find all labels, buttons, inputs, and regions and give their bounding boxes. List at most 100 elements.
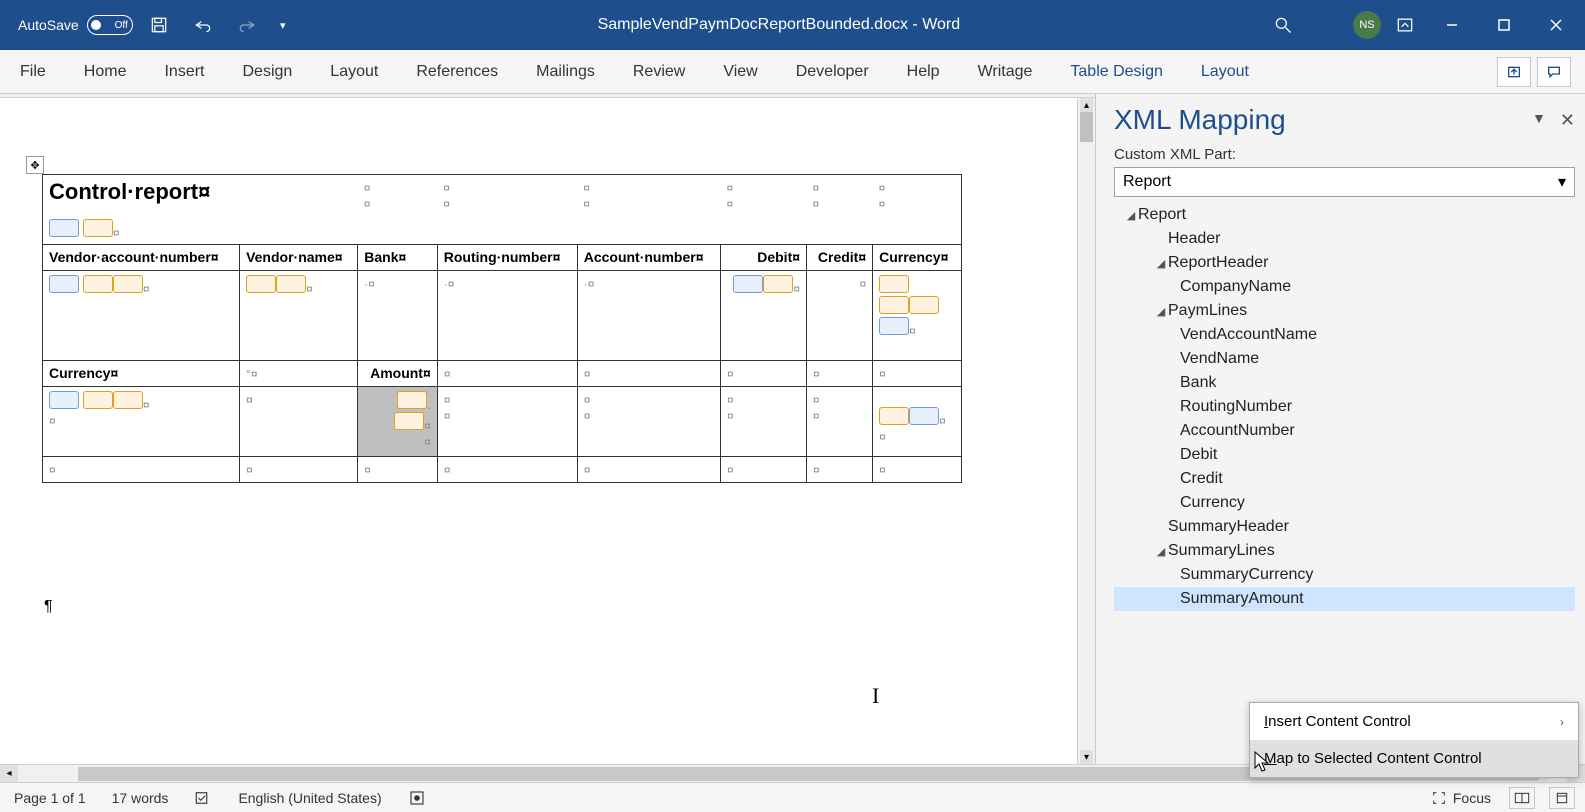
tree-header[interactable]: Header <box>1114 227 1575 251</box>
view-read-icon[interactable] <box>1509 787 1535 809</box>
document-viewport[interactable]: ✥ Control·report¤ ¤ ¤¤ ¤¤ ¤¤ ¤¤ ¤¤ ¤¤ Ve… <box>0 98 1095 782</box>
tree-summarylines[interactable]: ◢SummaryLines <box>1114 539 1575 563</box>
scroll-up-icon[interactable]: ▴ <box>1080 98 1093 112</box>
col-acct-num: Account·number¤ <box>577 245 720 271</box>
tab-file[interactable]: File <box>14 53 52 91</box>
tab-insert[interactable]: Insert <box>158 53 210 91</box>
menu-insert-content-control[interactable]: Insert Content Control › <box>1250 703 1578 740</box>
tab-developer[interactable]: Developer <box>790 53 875 91</box>
menu-map-to-selected[interactable]: Map to Selected Content Control <box>1250 740 1578 777</box>
content-control[interactable] <box>113 275 143 293</box>
content-control[interactable] <box>83 219 113 237</box>
scroll-left-icon[interactable]: ◂ <box>0 765 18 783</box>
status-spellcheck-icon[interactable] <box>190 789 216 807</box>
redo-icon[interactable] <box>229 7 265 43</box>
content-control[interactable] <box>113 391 143 409</box>
autosave-toggle[interactable]: Off <box>87 15 133 35</box>
status-focus[interactable]: Focus <box>1427 790 1495 806</box>
pane-close-icon[interactable]: ✕ <box>1560 110 1575 131</box>
content-control[interactable] <box>733 275 763 293</box>
tab-home[interactable]: Home <box>78 53 133 91</box>
tab-mailings[interactable]: Mailings <box>530 53 601 91</box>
vertical-scrollbar[interactable]: ▴ ▾ <box>1077 98 1095 764</box>
share-button[interactable] <box>1497 57 1531 87</box>
content-control[interactable] <box>83 275 113 293</box>
tree-paym-5[interactable]: Debit <box>1114 443 1575 467</box>
chevron-right-icon: › <box>1560 715 1564 729</box>
col-debit: Debit¤ <box>721 245 807 271</box>
col-vend-acct: Vendor·account·number¤ <box>43 245 240 271</box>
tab-table-design[interactable]: Table Design <box>1064 53 1169 91</box>
content-control[interactable] <box>763 275 793 293</box>
content-control[interactable] <box>394 412 424 430</box>
user-avatar[interactable]: NS <box>1353 11 1381 39</box>
maximize-button[interactable] <box>1481 9 1527 41</box>
scroll-thumb[interactable] <box>1080 112 1093 142</box>
tab-view[interactable]: View <box>717 53 763 91</box>
chevron-down-icon: ▾ <box>1558 172 1566 192</box>
comments-button[interactable] <box>1537 57 1571 87</box>
tree-paym-3[interactable]: RoutingNumber <box>1114 395 1575 419</box>
close-button[interactable] <box>1533 9 1579 41</box>
tab-writage[interactable]: Writage <box>972 53 1039 91</box>
content-control[interactable] <box>879 317 909 335</box>
col-bank: Bank¤ <box>358 245 438 271</box>
tab-design[interactable]: Design <box>236 53 298 91</box>
content-control[interactable] <box>49 391 79 409</box>
tree-sum-0[interactable]: SummaryCurrency <box>1114 563 1575 587</box>
document-area: ✥ Control·report¤ ¤ ¤¤ ¤¤ ¤¤ ¤¤ ¤¤ ¤¤ Ve… <box>0 94 1095 782</box>
scroll-down-icon[interactable]: ▾ <box>1080 750 1093 764</box>
tree-sum-1[interactable]: SummaryAmount <box>1114 587 1575 611</box>
tree-paym-2[interactable]: Bank <box>1114 371 1575 395</box>
document-table[interactable]: Control·report¤ ¤ ¤¤ ¤¤ ¤¤ ¤¤ ¤¤ ¤¤ Vend… <box>42 174 962 483</box>
content-control[interactable] <box>276 275 306 293</box>
context-menu: Insert Content Control › Map to Selected… <box>1249 702 1579 778</box>
status-macro-icon[interactable] <box>404 789 430 807</box>
tab-references[interactable]: References <box>410 53 504 91</box>
pane-options-icon[interactable]: ▼ <box>1532 110 1546 131</box>
status-words[interactable]: 17 words <box>108 790 173 806</box>
content-control[interactable] <box>909 407 939 425</box>
undo-icon[interactable] <box>185 7 221 43</box>
minimize-button[interactable] <box>1429 9 1475 41</box>
status-language[interactable]: English (United States) <box>234 790 385 806</box>
tree-companyname[interactable]: CompanyName <box>1114 275 1575 299</box>
content-control[interactable] <box>397 391 427 409</box>
content-control[interactable] <box>879 275 909 293</box>
tree-paymlines[interactable]: ◢PaymLines <box>1114 299 1575 323</box>
window-title: SampleVendPaymDocReportBounded.docx - Wo… <box>293 16 1265 34</box>
content-control[interactable] <box>909 296 939 314</box>
tab-layout[interactable]: Layout <box>324 53 384 91</box>
search-icon[interactable] <box>1265 7 1301 43</box>
tab-table-layout[interactable]: Layout <box>1195 53 1255 91</box>
doc-title: Control·report¤ <box>49 179 352 205</box>
tree-paym-6[interactable]: Credit <box>1114 467 1575 491</box>
status-page[interactable]: Page 1 of 1 <box>10 790 90 806</box>
tree-reportheader[interactable]: ◢ReportHeader <box>1114 251 1575 275</box>
content-control[interactable] <box>49 219 79 237</box>
tree-report[interactable]: ◢Report <box>1114 203 1575 227</box>
content-control[interactable] <box>49 275 79 293</box>
save-icon[interactable] <box>141 7 177 43</box>
content-control[interactable] <box>879 296 909 314</box>
tab-help[interactable]: Help <box>901 53 946 91</box>
tab-review[interactable]: Review <box>627 53 691 91</box>
xml-tree[interactable]: ◢Report Header ◢ReportHeader CompanyName… <box>1114 203 1575 782</box>
tree-paym-4[interactable]: AccountNumber <box>1114 419 1575 443</box>
ribbon-display-icon[interactable] <box>1387 7 1423 43</box>
content-control[interactable] <box>83 391 113 409</box>
custom-xml-select[interactable]: Report ▾ <box>1114 167 1575 197</box>
view-print-icon[interactable] <box>1549 787 1575 809</box>
text-cursor-icon: I <box>872 683 879 709</box>
tree-paym-7[interactable]: Currency <box>1114 491 1575 515</box>
ribbon: File Home Insert Design Layout Reference… <box>0 50 1585 94</box>
table-move-handle[interactable]: ✥ <box>26 156 44 174</box>
tree-paym-0[interactable]: VendAccountName <box>1114 323 1575 347</box>
content-control[interactable] <box>246 275 276 293</box>
autosave-label: AutoSave <box>18 17 79 33</box>
col-vend-name: Vendor·name¤ <box>240 245 358 271</box>
content-control[interactable] <box>879 407 909 425</box>
tree-paym-1[interactable]: VendName <box>1114 347 1575 371</box>
qat-dropdown-icon[interactable]: ▾ <box>273 7 293 43</box>
tree-summaryheader[interactable]: SummaryHeader <box>1114 515 1575 539</box>
